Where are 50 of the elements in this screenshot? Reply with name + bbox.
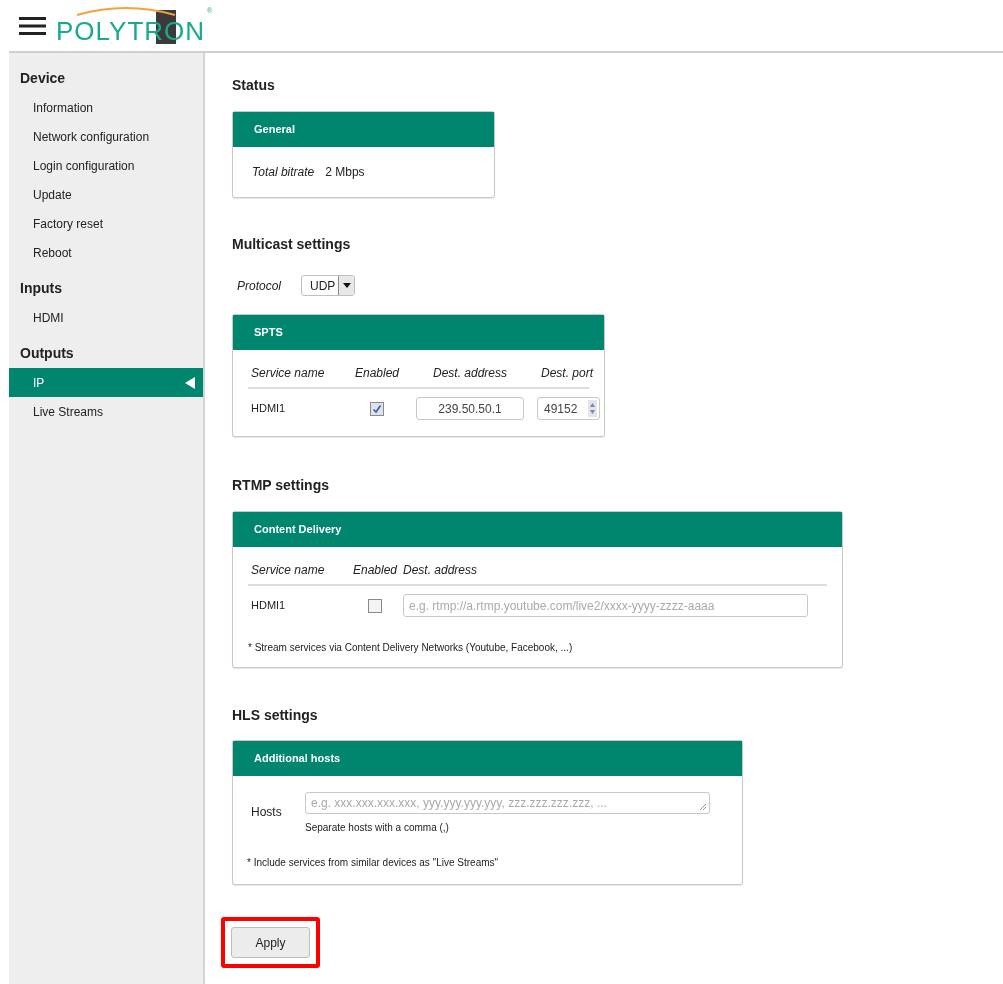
column-header: Dest. port — [540, 365, 595, 382]
section-title: RTMP settings — [232, 476, 330, 495]
field-label: Hosts — [250, 804, 283, 821]
spinner-icon — [588, 400, 597, 417]
check-icon — [372, 403, 382, 414]
sidebar-item[interactable]: IP — [9, 368, 203, 397]
card-title: General — [254, 122, 295, 138]
card-title: Content Delivery — [254, 522, 342, 538]
menu-icon[interactable] — [19, 15, 46, 36]
address-field[interactable]: e.g. rtmp://a.rtmp.youtube.com/live2/xxxx-yyyy-zzzz-aaaa — [403, 594, 808, 617]
column-header: Enabled — [351, 562, 398, 579]
service-name: HDMI1 — [251, 401, 287, 417]
footnote: * Stream services via Content Delivery Networks (Youtube, Facebook, ...) — [248, 641, 574, 655]
card-title: Additional hosts — [254, 751, 341, 767]
checkbox[interactable] — [370, 401, 384, 416]
sidebar-item[interactable]: Update — [9, 180, 203, 209]
sidebar-item[interactable]: Live Streams — [9, 397, 203, 426]
apply-button[interactable]: Apply — [231, 927, 310, 958]
checkbox[interactable] — [368, 598, 382, 613]
sidebar-item[interactable]: Information — [9, 93, 203, 122]
field-label: Total bitrate — [252, 164, 315, 181]
sidebar-heading: Inputs — [19, 278, 63, 298]
protocol-dropdown[interactable]: UDP — [301, 275, 356, 296]
column-header: Service name — [251, 562, 326, 579]
column-header: Enabled — [353, 365, 400, 382]
service-name: HDMI1 — [251, 598, 287, 614]
resize-grip-icon — [699, 803, 707, 811]
column-header: Service name — [251, 365, 326, 382]
port-field[interactable]: 49152 — [537, 397, 600, 420]
column-header: Dest. address — [403, 562, 479, 579]
section-title: HLS settings — [232, 706, 319, 725]
field-label: Protocol — [237, 277, 282, 295]
sidebar-heading: Outputs — [19, 343, 75, 363]
field-hint: Separate hosts with a comma (,) — [305, 821, 450, 835]
section-title: Multicast settings — [232, 235, 352, 254]
sidebar-item[interactable]: Factory reset — [9, 209, 203, 238]
address-field[interactable]: 239.50.50.1 — [416, 397, 524, 420]
sidebar-item[interactable]: Network configuration — [9, 122, 203, 151]
dropdown-arrow-icon — [342, 283, 351, 288]
footnote: * Include services from similar devices as "Live Streams" — [247, 856, 500, 870]
caret-icon — [185, 376, 195, 389]
section-title: Status — [232, 76, 276, 95]
sidebar-heading: Device — [19, 68, 67, 88]
field-value: 2 Mbps — [325, 164, 365, 181]
card-title: SPTS — [254, 325, 283, 341]
sidebar-item[interactable]: Login configuration — [9, 151, 203, 180]
sidebar-item[interactable]: HDMI — [9, 303, 203, 332]
sidebar-item[interactable]: Reboot — [9, 238, 203, 267]
column-header: Dest. address — [431, 365, 508, 382]
hosts-field[interactable]: e.g. xxx.xxx.xxx.xxx, yyy.yyy.yyy.yyy, zzz.zzz.zzz.zzz, ... — [305, 792, 710, 814]
